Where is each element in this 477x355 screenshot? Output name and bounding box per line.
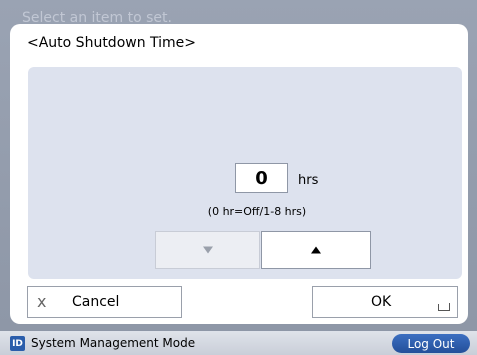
screen: Select an item to set. <Auto Shutdown Ti… (0, 0, 477, 355)
triangle-up-icon (311, 246, 321, 254)
unit-label: hrs (298, 173, 319, 188)
cancel-button[interactable]: x Cancel (27, 286, 182, 318)
close-icon: x (37, 292, 47, 311)
decrease-button[interactable] (155, 231, 260, 269)
enter-icon (438, 303, 450, 311)
range-hint: (0 hr=Off/1-8 hrs) (207, 205, 307, 218)
cancel-label: Cancel (72, 294, 120, 310)
mode-label: System Management Mode (31, 336, 196, 350)
auto-shutdown-dialog: <Auto Shutdown Time> 0 hrs (0 hr=Off/1-8… (10, 24, 468, 324)
status-bar: ID System Management Mode Log Out (0, 331, 477, 355)
logout-button[interactable]: Log Out (392, 334, 470, 353)
id-icon: ID (10, 336, 25, 351)
setting-panel: 0 hrs (0 hr=Off/1-8 hrs) (28, 67, 462, 279)
triangle-down-icon (202, 246, 213, 254)
dialog-title: <Auto Shutdown Time> (27, 35, 197, 51)
hours-value-field[interactable]: 0 (235, 163, 288, 193)
increase-button[interactable] (261, 231, 371, 269)
ok-label: OK (371, 294, 392, 310)
ok-button[interactable]: OK (312, 286, 458, 318)
